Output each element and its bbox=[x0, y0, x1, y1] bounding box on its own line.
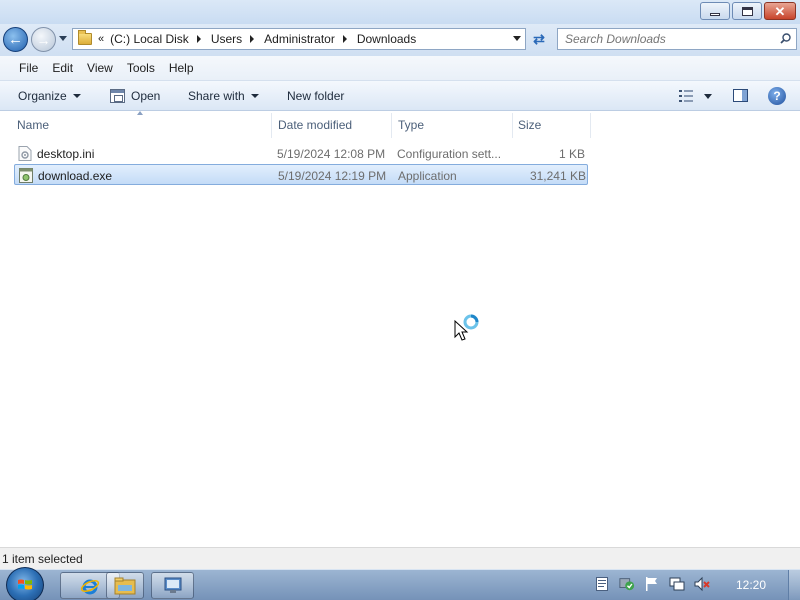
status-text: 1 item selected bbox=[2, 551, 83, 566]
network-icon[interactable] bbox=[669, 576, 685, 592]
column-header-size-label: Size bbox=[518, 117, 542, 132]
share-with-label: Share with bbox=[188, 88, 245, 103]
breadcrumb-users[interactable]: Users bbox=[211, 32, 242, 46]
open-label: Open bbox=[131, 88, 161, 103]
column-headers: Name Date modified Type Size bbox=[0, 111, 800, 138]
recent-pages-dropdown[interactable] bbox=[59, 36, 67, 41]
help-icon[interactable]: ? bbox=[768, 87, 786, 105]
file-size: 31,241 KB bbox=[529, 168, 586, 183]
file-row[interactable]: desktop.ini 5/19/2024 12:08 PM Configura… bbox=[14, 143, 588, 164]
preview-pane-icon[interactable] bbox=[733, 89, 748, 102]
new-folder-button[interactable]: New folder bbox=[287, 89, 344, 103]
refresh-icon: ⇄ bbox=[533, 30, 545, 47]
menu-tools[interactable]: Tools bbox=[127, 61, 155, 75]
close-button[interactable]: ✕ bbox=[764, 2, 796, 20]
column-header-type-label: Type bbox=[398, 117, 425, 132]
file-type: Application bbox=[398, 168, 457, 183]
breadcrumb-administrator[interactable]: Administrator bbox=[264, 32, 335, 46]
navigation-bar: ← → « (C:) Local Disk Users Administrato… bbox=[0, 24, 800, 56]
views-dropdown[interactable] bbox=[704, 94, 712, 99]
address-bar[interactable]: « (C:) Local Disk Users Administrator Do… bbox=[72, 28, 526, 50]
show-desktop-button[interactable] bbox=[788, 570, 800, 600]
share-with-button[interactable]: Share with bbox=[188, 89, 259, 103]
windows-logo-icon bbox=[18, 579, 32, 590]
breadcrumb-local-disk[interactable]: (C:) Local Disk bbox=[110, 32, 189, 46]
busy-cursor-icon bbox=[454, 314, 479, 341]
taskbar-clock[interactable]: 12:20 bbox=[736, 578, 766, 592]
window-controls: ✕ bbox=[700, 2, 796, 20]
document-icon[interactable] bbox=[594, 576, 610, 592]
column-divider[interactable] bbox=[590, 113, 591, 138]
column-header-size[interactable]: Size bbox=[512, 111, 590, 138]
close-icon: ✕ bbox=[774, 3, 786, 19]
status-bar: 1 item selected bbox=[0, 547, 800, 569]
forward-arrow-icon: → bbox=[36, 31, 51, 48]
command-bar: Organize Open Share with New folder ? bbox=[0, 81, 800, 111]
file-name: download.exe bbox=[38, 168, 113, 183]
maximize-icon bbox=[741, 6, 753, 16]
column-header-name-label: Name bbox=[17, 117, 50, 132]
windows-explorer-icon bbox=[114, 577, 136, 594]
open-button[interactable]: Open bbox=[110, 88, 161, 103]
application-icon bbox=[19, 168, 33, 183]
forward-button[interactable]: → bbox=[31, 27, 56, 52]
taskbar-network-connections[interactable] bbox=[151, 572, 194, 599]
address-overflow-chevron[interactable]: « bbox=[98, 33, 104, 45]
menu-help[interactable]: Help bbox=[169, 61, 194, 75]
menu-edit[interactable]: Edit bbox=[52, 61, 73, 75]
title-bar: ✕ bbox=[0, 0, 800, 24]
chevron-down-icon bbox=[72, 93, 81, 98]
open-program-icon bbox=[110, 88, 125, 103]
menu-file[interactable]: File bbox=[19, 61, 38, 75]
organize-button[interactable]: Organize bbox=[18, 89, 81, 103]
action-center-flag-icon[interactable] bbox=[644, 576, 660, 592]
organize-label: Organize bbox=[18, 88, 67, 103]
breadcrumb-separator-icon[interactable] bbox=[342, 35, 347, 43]
file-date-modified: 5/19/2024 12:19 PM bbox=[278, 168, 387, 183]
internet-explorer-icon bbox=[80, 579, 100, 594]
column-header-name[interactable]: Name bbox=[11, 111, 271, 138]
volume-muted-icon[interactable] bbox=[694, 576, 710, 592]
file-row-selected[interactable]: download.exe 5/19/2024 12:19 PM Applicat… bbox=[14, 164, 588, 185]
breadcrumb-separator-icon[interactable] bbox=[196, 35, 201, 43]
security-check-icon[interactable] bbox=[619, 576, 635, 592]
address-history-dropdown[interactable] bbox=[513, 36, 521, 41]
folder-icon bbox=[78, 30, 92, 45]
column-header-type[interactable]: Type bbox=[392, 111, 512, 138]
network-connections-icon bbox=[164, 577, 181, 593]
refresh-button[interactable]: ⇄ bbox=[528, 28, 550, 50]
change-view-icon[interactable] bbox=[679, 90, 693, 102]
minimize-icon bbox=[710, 12, 720, 16]
taskbar-windows-explorer[interactable] bbox=[106, 572, 144, 599]
menu-bar: File Edit View Tools Help bbox=[0, 56, 800, 81]
start-button[interactable] bbox=[6, 567, 44, 600]
column-header-date[interactable]: Date modified bbox=[272, 111, 391, 138]
minimize-button[interactable] bbox=[700, 2, 730, 20]
system-tray bbox=[594, 576, 710, 592]
breadcrumb-downloads[interactable]: Downloads bbox=[357, 32, 416, 46]
search-input[interactable] bbox=[565, 32, 765, 46]
back-arrow-icon: ← bbox=[8, 31, 23, 48]
breadcrumb-separator-icon[interactable] bbox=[250, 35, 255, 43]
file-name: desktop.ini bbox=[37, 146, 95, 161]
config-file-icon bbox=[18, 146, 32, 161]
file-type: Configuration sett... bbox=[397, 146, 502, 161]
search-icon[interactable] bbox=[780, 33, 791, 44]
search-box[interactable] bbox=[557, 28, 797, 50]
taskbar: 12:20 bbox=[0, 567, 800, 600]
menu-view[interactable]: View bbox=[87, 61, 113, 75]
maximize-button[interactable] bbox=[732, 2, 762, 20]
new-folder-label: New folder bbox=[287, 88, 345, 103]
back-button[interactable]: ← bbox=[3, 27, 28, 52]
column-header-date-label: Date modified bbox=[278, 117, 353, 132]
file-size: 1 KB bbox=[558, 146, 585, 161]
chevron-down-icon bbox=[250, 93, 259, 98]
file-date-modified: 5/19/2024 12:08 PM bbox=[277, 146, 386, 161]
file-list: desktop.ini 5/19/2024 12:08 PM Configura… bbox=[0, 142, 800, 547]
